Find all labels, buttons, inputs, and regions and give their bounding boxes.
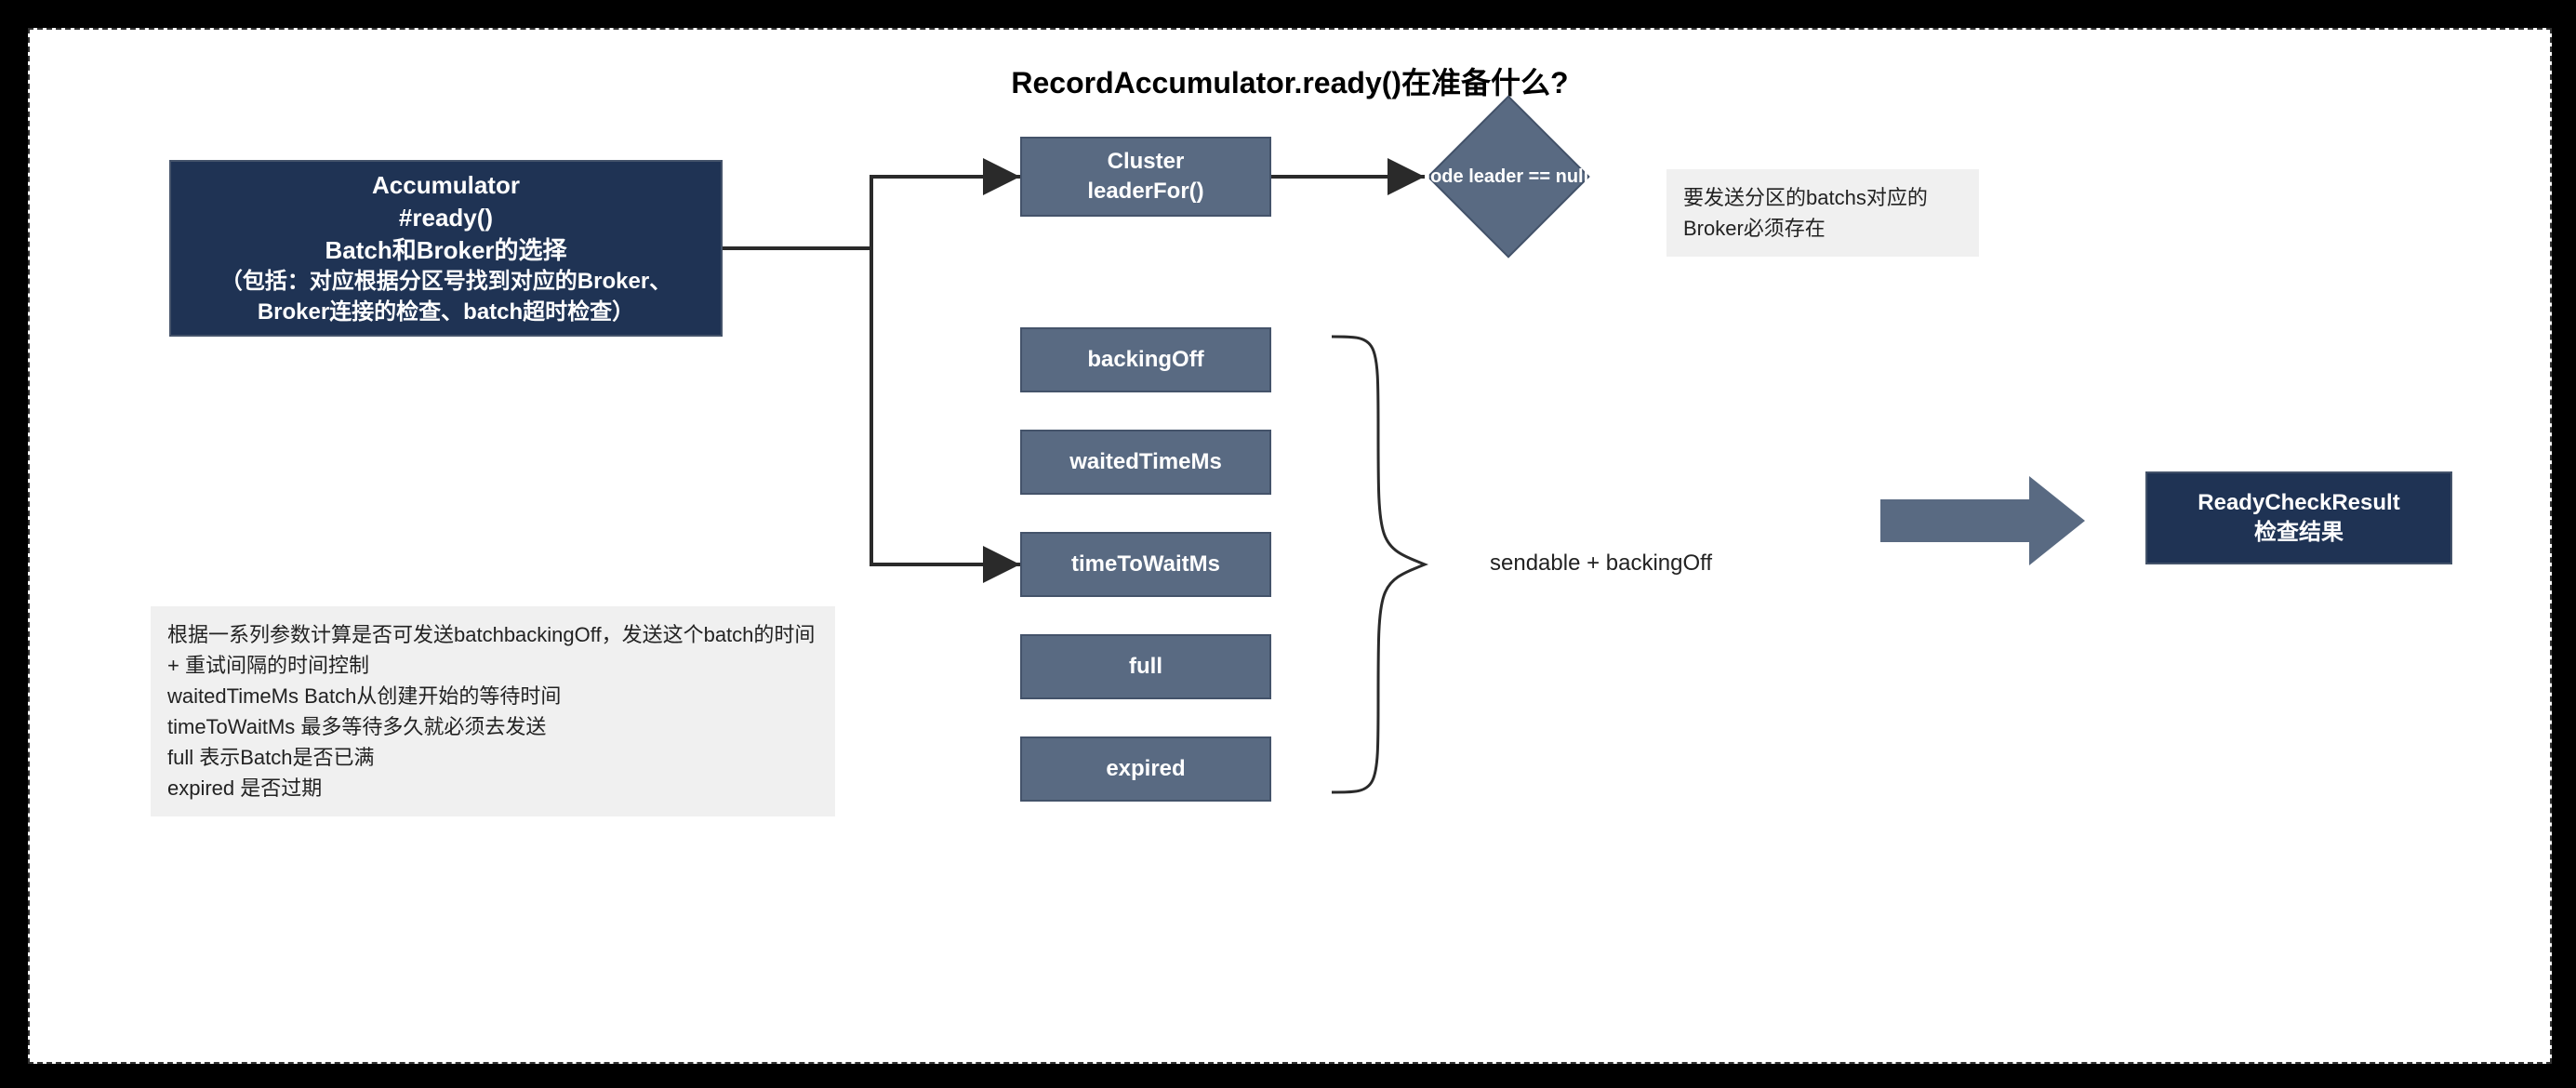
node-cluster-leaderfor: Cluster leaderFor() bbox=[1020, 137, 1271, 217]
cluster-line2: leaderFor() bbox=[1087, 177, 1203, 206]
arrow-head-icon bbox=[2029, 476, 2085, 565]
result-line2: 检查结果 bbox=[2198, 518, 2399, 548]
node-accumulator: Accumulator #ready() Batch和Broker的选择 （包括… bbox=[169, 160, 723, 337]
result-line1: ReadyCheckResult bbox=[2198, 488, 2399, 518]
diagram-title: RecordAccumulator.ready()在准备什么? bbox=[30, 60, 2550, 102]
accumulator-line4: （包括：对应根据分区号找到对应的Broker、Broker连接的检查、batch… bbox=[192, 267, 700, 327]
note-params-explanation: 根据一系列参数计算是否可发送batchbackingOff，发送这个batch的… bbox=[151, 606, 835, 816]
node-full: full bbox=[1020, 634, 1271, 699]
arrow-to-result bbox=[1880, 476, 2085, 565]
node-backingoff: backingOff bbox=[1020, 327, 1271, 392]
label-sendable-backingoff: sendable + backingOff bbox=[1490, 551, 1712, 577]
note-leader-must-exist: 要发送分区的batchs对应的Broker必须存在 bbox=[1666, 169, 1979, 257]
node-expired: expired bbox=[1020, 736, 1271, 802]
node-waitedtimems: waitedTimeMs bbox=[1020, 430, 1271, 495]
diagram-canvas: RecordAccumulator.ready()在准备什么? Accumula… bbox=[28, 28, 2552, 1064]
cluster-line1: Cluster bbox=[1087, 147, 1203, 177]
node-leader-null-decision: Node leader == null? bbox=[1415, 112, 1601, 242]
node-timetowaitms: timeToWaitMs bbox=[1020, 532, 1271, 597]
accumulator-line2: #ready() bbox=[192, 202, 700, 234]
accumulator-line3: Batch和Broker的选择 bbox=[192, 234, 700, 267]
node-readycheckresult: ReadyCheckResult 检查结果 bbox=[2145, 471, 2452, 564]
accumulator-line1: Accumulator bbox=[192, 169, 700, 202]
arrow-shaft bbox=[1880, 499, 2029, 542]
diamond-label: Node leader == null? bbox=[1415, 112, 1601, 242]
